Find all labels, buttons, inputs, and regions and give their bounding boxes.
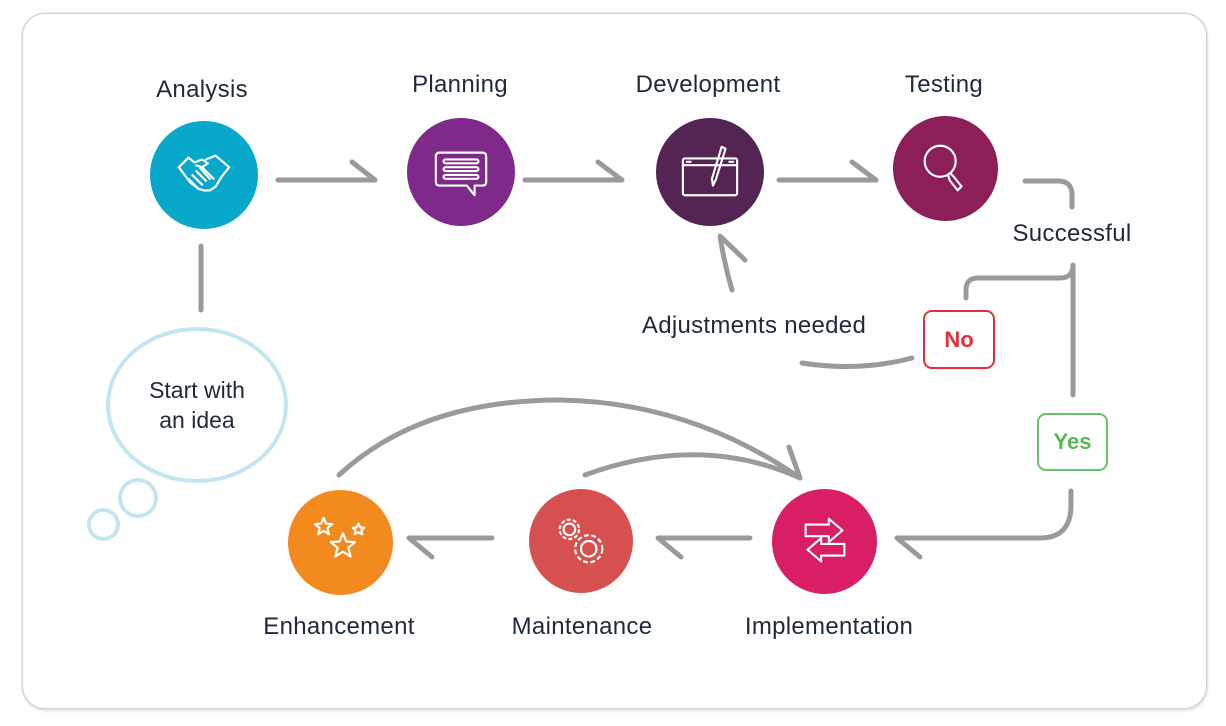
step-label-maintenance: Maintenance bbox=[511, 613, 653, 640]
step-analysis bbox=[150, 121, 258, 229]
magnifier-icon bbox=[923, 144, 963, 191]
arrow-planning-to-development bbox=[522, 159, 625, 183]
step-enhancement bbox=[288, 490, 393, 595]
step-testing bbox=[893, 116, 998, 221]
handshake-icon bbox=[177, 154, 231, 192]
step-maintenance bbox=[529, 489, 633, 593]
swap-arrows-icon bbox=[804, 517, 845, 562]
connector-testing-to-decision bbox=[1022, 178, 1075, 210]
step-label-testing: Testing bbox=[904, 71, 984, 98]
step-planning bbox=[407, 118, 515, 226]
start-label-line1: Start with bbox=[149, 377, 245, 403]
step-label-implementation: Implementation bbox=[744, 613, 914, 640]
step-label-planning: Planning bbox=[412, 71, 508, 98]
thought-bubble-dot-small bbox=[87, 508, 120, 541]
stars-icon bbox=[313, 516, 365, 558]
decision-label: Successful bbox=[1012, 220, 1132, 247]
start-label-line2: an idea bbox=[159, 407, 235, 433]
arc-enhancement-to-implementation bbox=[336, 397, 803, 481]
connector-no-to-adjustments bbox=[799, 355, 915, 370]
step-development bbox=[656, 118, 764, 226]
gears-icon bbox=[558, 518, 604, 564]
step-implementation bbox=[772, 489, 877, 594]
tablet-pen-icon bbox=[681, 145, 739, 197]
start-idea-bubble: Start with an idea bbox=[106, 327, 288, 483]
adjustments-label: Adjustments needed bbox=[641, 312, 867, 339]
yes-badge: Yes bbox=[1037, 413, 1108, 471]
no-badge: No bbox=[923, 310, 995, 369]
step-label-analysis: Analysis bbox=[156, 76, 248, 103]
arrow-development-to-testing bbox=[776, 159, 879, 183]
arrow-implementation-to-maintenance bbox=[655, 535, 753, 560]
arrow-adjustments-to-development bbox=[717, 233, 748, 293]
thought-bubble-dot-large bbox=[118, 478, 158, 518]
arrow-yes-to-implementation bbox=[894, 488, 1074, 560]
step-label-enhancement: Enhancement bbox=[263, 613, 415, 640]
arrow-maintenance-to-enhancement bbox=[406, 535, 495, 560]
arrow-analysis-to-planning bbox=[275, 159, 378, 183]
chat-bubble-icon bbox=[434, 151, 488, 197]
step-label-development: Development bbox=[635, 71, 781, 98]
